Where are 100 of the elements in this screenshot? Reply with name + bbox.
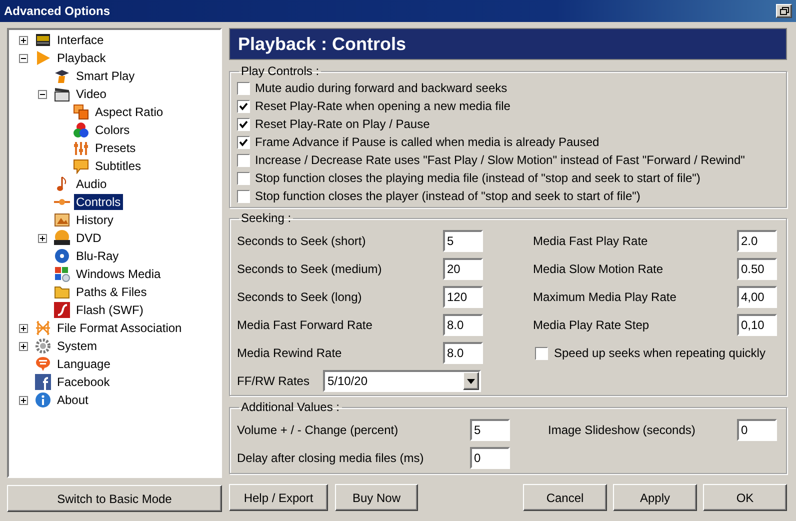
expand-icon[interactable]: [18, 396, 28, 404]
button[interactable]: Cancel: [523, 484, 607, 511]
checkbox-label: Frame Advance if Pause is called when media is already Paused: [255, 134, 600, 151]
gear-icon: [35, 338, 51, 354]
disc-icon: [54, 248, 70, 264]
play-icon: [35, 50, 51, 66]
field-label: Media Slow Motion Rate: [533, 261, 664, 278]
input-field[interactable]: 5: [470, 419, 510, 441]
checkbox-label: Speed up seeks when repeating quickly: [554, 345, 766, 362]
tree-item[interactable]: File Format Association: [55, 320, 184, 336]
checkbox[interactable]: [237, 190, 250, 202]
tree-item[interactable]: Facebook: [55, 374, 112, 390]
button[interactable]: Apply: [613, 484, 697, 511]
checkbox[interactable]: [237, 100, 250, 112]
tree-item[interactable]: DVD: [74, 230, 104, 246]
input-field[interactable]: 0.50: [737, 258, 777, 280]
group-title: Seeking :: [240, 211, 292, 225]
group-title: Play Controls :: [240, 64, 320, 78]
social-square-icon: [35, 374, 51, 390]
input-field[interactable]: 8.0: [443, 314, 483, 336]
checkbox[interactable]: [535, 346, 548, 360]
monitor-icon: [35, 32, 51, 48]
network-icon: [35, 320, 51, 336]
tree-item[interactable]: Blu-Ray: [74, 248, 121, 264]
field-label: Seconds to Seek (long): [237, 289, 362, 306]
input-field[interactable]: 5: [443, 230, 483, 252]
input-field[interactable]: 4,00: [737, 286, 777, 308]
input-field[interactable]: 120: [443, 286, 483, 308]
tree-item[interactable]: Video: [74, 86, 108, 102]
tree-item[interactable]: Interface: [55, 32, 106, 48]
button[interactable]: OK: [703, 484, 787, 511]
checkbox-label: Increase / Decrease Rate uses "Fast Play / Slow Motion" instead of Fast "Forward / Rewind": [255, 152, 745, 169]
checkbox-label: Reset Play-Rate on Play / Pause: [255, 116, 430, 133]
input-field[interactable]: 0: [737, 419, 777, 441]
input-field[interactable]: 0: [470, 447, 510, 469]
speech-bubble-icon: [35, 356, 51, 372]
sliders-icon: [73, 140, 89, 156]
tree-item[interactable]: Audio: [74, 176, 109, 192]
folder-icon: [54, 284, 70, 300]
checkbox[interactable]: [237, 118, 250, 130]
checkbox-label: Reset Play-Rate when opening a new media file: [255, 98, 510, 115]
tree-item[interactable]: Colors: [93, 122, 132, 138]
expand-icon[interactable]: [18, 342, 28, 350]
dropdown[interactable]: 5/10/20: [323, 370, 482, 392]
graduation-cap-icon: [54, 68, 70, 84]
field-label: Media Fast Play Rate: [533, 233, 648, 250]
flag-icon: [54, 266, 70, 282]
disc-icon: [54, 230, 70, 246]
checkbox-label: Stop function closes the playing media file (instead of "stop and seek to start of file"): [255, 170, 700, 187]
tree-item[interactable]: Windows Media: [74, 266, 163, 282]
flash-icon: [54, 302, 70, 318]
collapse-icon[interactable]: [38, 90, 46, 98]
field-label: Media Rewind Rate: [237, 345, 342, 362]
field-label: Seconds to Seek (short): [237, 233, 366, 250]
tree-item[interactable]: Flash (SWF): [74, 302, 146, 318]
tree-item[interactable]: About: [55, 392, 90, 408]
button[interactable]: Help / Export: [229, 484, 328, 511]
expand-icon[interactable]: [38, 234, 46, 242]
input-field[interactable]: 0,10: [737, 314, 777, 336]
group-title: Additional Values :: [240, 400, 341, 414]
checkbox[interactable]: [237, 136, 250, 148]
color-circles-icon: [73, 122, 89, 138]
checkbox[interactable]: [237, 172, 250, 184]
input-field[interactable]: 8.0: [443, 342, 483, 364]
field-label: Maximum Media Play Rate: [533, 289, 676, 306]
tree-item[interactable]: Paths & Files: [74, 284, 149, 300]
button[interactable]: Switch to Basic Mode: [7, 485, 222, 512]
photo-icon: [54, 212, 70, 228]
window-title: Advanced Options: [4, 3, 110, 20]
tree-item[interactable]: Aspect Ratio: [93, 104, 166, 120]
tree-item[interactable]: Controls: [74, 194, 123, 210]
input-field[interactable]: 2.0: [737, 230, 777, 252]
tree-item[interactable]: System: [55, 338, 100, 354]
field-label: Image Slideshow (seconds): [548, 422, 696, 439]
tree-item[interactable]: Smart Play: [74, 68, 137, 84]
speech-bubble-icon: [73, 158, 89, 174]
page-title: Playback : Controls: [238, 32, 406, 56]
checkbox-label: Mute audio during forward and backward seeks: [255, 80, 508, 97]
expand-icon[interactable]: [18, 36, 28, 44]
squares-icon: [73, 104, 89, 120]
field-label: FF/RW Rates: [237, 373, 310, 390]
field-label: Delay after closing media files (ms): [237, 450, 424, 467]
checkbox[interactable]: [237, 154, 250, 166]
tree-item[interactable]: History: [74, 212, 116, 228]
field-label: Seconds to Seek (medium): [237, 261, 382, 278]
tree-item[interactable]: Language: [55, 356, 112, 372]
tree-item[interactable]: Subtitles: [93, 158, 144, 174]
expand-icon[interactable]: [18, 324, 28, 332]
collapse-icon[interactable]: [18, 54, 28, 62]
clapperboard-icon: [54, 86, 70, 102]
button[interactable]: Buy Now: [335, 484, 418, 511]
info-icon: [35, 392, 51, 408]
input-field[interactable]: 20: [443, 258, 483, 280]
field-label: Media Play Rate Step: [533, 317, 650, 334]
tree-item[interactable]: Presets: [93, 140, 138, 156]
tree-item[interactable]: Playback: [55, 50, 108, 66]
field-label: Media Fast Forward Rate: [237, 317, 372, 334]
restore-icon: [780, 7, 788, 15]
checkbox[interactable]: [237, 82, 250, 94]
restore-button[interactable]: [776, 4, 792, 18]
